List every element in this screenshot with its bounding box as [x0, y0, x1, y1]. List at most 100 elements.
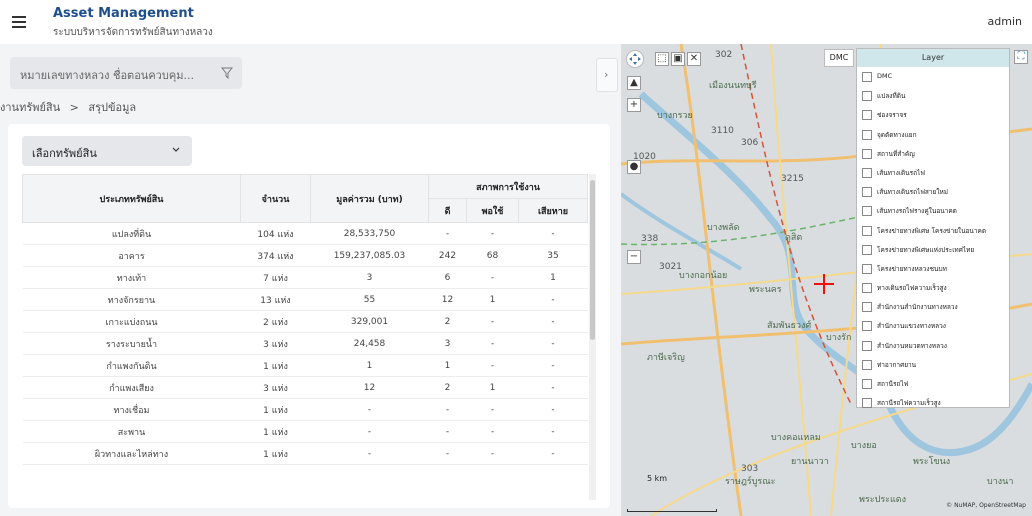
cell-type: กำแพงกันดิน	[22, 354, 241, 377]
layer-checkbox[interactable]	[862, 167, 872, 178]
map-label: พระโขนง	[913, 457, 951, 467]
layer-item[interactable]: สถานีรถไฟความเร็วสูง	[857, 393, 1009, 412]
layer-checkbox[interactable]	[862, 359, 872, 370]
layer-checkbox[interactable]	[862, 91, 872, 102]
map-label: บางกรวย	[657, 111, 693, 121]
cell-fair: -	[466, 442, 519, 465]
layer-checkbox[interactable]	[862, 302, 872, 313]
pan-control[interactable]	[626, 50, 644, 68]
cell-fair: 68	[466, 244, 519, 267]
zoom-in-button[interactable]: +	[627, 98, 641, 112]
layer-item[interactable]: สำนักงานหมวดทางหลวง	[857, 336, 1009, 355]
layer-checkbox[interactable]	[862, 379, 872, 389]
layer-item[interactable]: สถานที่สำคัญ	[857, 144, 1009, 163]
table-row[interactable]: ผิวทางและไหล่ทาง 1 แห่ง - - - -	[22, 442, 588, 465]
clear-icon[interactable]: ✕	[687, 52, 701, 66]
layer-item[interactable]: สถานีรถไฟ	[857, 374, 1009, 393]
cell-fair: 1	[466, 288, 519, 311]
layer-label: เส้นทางเดินรถไฟ	[877, 168, 925, 177]
layer-label: โครงข่ายทางพิเศษแห่งประเทศไทย	[877, 245, 975, 254]
layer-checkbox[interactable]	[862, 206, 872, 217]
layer-checkbox[interactable]	[862, 263, 872, 274]
search-input[interactable]: หมายเลขทางหลวง ชื่อตอนควบคุม...	[10, 57, 242, 89]
cell-value: 55	[310, 288, 429, 311]
user-name[interactable]: admin	[988, 15, 1022, 28]
cell-good: 2	[428, 376, 467, 399]
cell-type: เกาะแบ่งถนน	[22, 310, 241, 333]
table-scrollbar[interactable]	[589, 174, 596, 500]
table-row[interactable]: เกาะแบ่งถนน 2 แห่ง 329,001 2- -	[22, 310, 588, 333]
expand-map-icon[interactable]: ⛶	[1014, 50, 1028, 64]
layer-checkbox[interactable]	[862, 187, 872, 198]
layer-item[interactable]: DMC	[857, 67, 1009, 86]
layer-checkbox[interactable]	[862, 225, 872, 236]
cell-value: 1	[310, 354, 429, 377]
table-row[interactable]: อาคาร 374 แห่ง 159,237,085.03 242 68 35	[22, 244, 588, 267]
layer-checkbox[interactable]	[862, 340, 872, 351]
layer-item[interactable]: แปลงที่ดิน	[857, 86, 1009, 105]
map-label: บางรัก	[826, 333, 852, 343]
cell-type: อาคาร	[22, 244, 241, 267]
layer-item[interactable]: โครงข่ายทางหลวงชนบท	[857, 259, 1009, 278]
layer-item[interactable]: สำนักงานแขวงทางหลวง	[857, 316, 1009, 335]
layer-checkbox[interactable]	[862, 72, 872, 82]
layer-item[interactable]: โครงข่ายทางพิเศษแห่งประเทศไทย	[857, 240, 1009, 259]
layer-checkbox[interactable]	[862, 283, 872, 294]
table-row[interactable]: ทางเชื่อม 1 แห่ง - - - -	[22, 398, 588, 421]
layer-checkbox[interactable]	[862, 110, 872, 121]
chevron-down-icon	[172, 147, 180, 152]
pan-icon	[629, 53, 641, 65]
layer-item[interactable]: โครงข่ายทางพิเศษ โครงข่ายในอนาคต	[857, 221, 1009, 240]
breadcrumb-item-assets[interactable]: งานทรัพย์สิน	[0, 101, 60, 114]
filter-icon[interactable]	[221, 67, 233, 79]
cell-good: -	[428, 420, 467, 443]
layer-item[interactable]: ช่องจราจร	[857, 105, 1009, 124]
layer-item[interactable]: จุดตัดทางแยก	[857, 125, 1009, 144]
summary-panel: เลือกทรัพย์สิน ประเภททรัพย์สิน จำนวน มูล…	[8, 124, 610, 508]
cell-fair: -	[466, 266, 519, 289]
table-scrollbar-thumb[interactable]	[590, 180, 595, 340]
cell-fair: -	[466, 310, 519, 333]
cell-damaged: -	[518, 376, 588, 399]
menu-icon[interactable]	[12, 16, 26, 28]
map-label: พระประแดง	[859, 495, 907, 505]
layer-panel: Layer DMC แปลงที่ดินช่องจราจรจุดตัดทางแยก…	[856, 48, 1010, 409]
table-row[interactable]: ทางจักรยาน 13 แห่ง 55 12 1-	[22, 288, 588, 311]
layer-item[interactable]: เส้นทางรถไฟรางคู่ในอนาคต	[857, 201, 1009, 220]
layer-label: ช่องจราจร	[877, 111, 907, 120]
layer-item[interactable]: เส้นทางเดินรถไฟสายใหม่	[857, 182, 1009, 201]
dmc-button[interactable]: DMC	[824, 49, 854, 67]
cell-type: ทางจักรยาน	[22, 288, 241, 311]
collapse-panel-button[interactable]: ›	[596, 58, 618, 92]
col-asset-type: ประเภททรัพย์สิน	[22, 174, 241, 223]
zoom-fit-icon[interactable]: ▣	[671, 52, 685, 66]
map-view[interactable]: เมืองนนทบุรี บางกรวย บางพลัด ดุสิต บางกอ…	[621, 44, 1032, 516]
col-status: สภาพการใช้งาน	[427, 174, 589, 199]
zoom-slider-icon[interactable]: ●	[627, 160, 641, 174]
asset-table-body: แปลงที่ดิน 104 แห่ง 28,533,750- - - อาคาร 374 …	[22, 222, 588, 465]
layer-panel-title: Layer	[857, 49, 1009, 67]
table-row[interactable]: กำแพงกันดิน 1 แห่ง 1 1- -	[22, 354, 588, 377]
layer-item[interactable]: สำนักงานสำนักงานทางหลวง	[857, 297, 1009, 316]
layer-checkbox[interactable]	[862, 244, 872, 255]
zoom-box-icon[interactable]: ⬚	[655, 52, 669, 66]
cell-type: รางระบายน้ำ	[22, 332, 241, 355]
table-row[interactable]: ทางเท้า 7 แห่ง 3 6-1	[22, 266, 588, 289]
layer-checkbox[interactable]	[862, 321, 872, 332]
table-row[interactable]: รางระบายน้ำ 3 แห่ง 24,458 3- -	[22, 332, 588, 355]
table-row[interactable]: สะพาน 1 แห่ง - - - -	[22, 420, 588, 443]
layer-item[interactable]: ท่าอากาศยาน	[857, 355, 1009, 374]
table-row[interactable]: กำแพงเสียง 3 แห่ง 12 2 1-	[22, 376, 588, 399]
cell-good: -	[428, 398, 467, 421]
table-row[interactable]: แปลงที่ดิน 104 แห่ง 28,533,750- - -	[22, 222, 588, 245]
layer-label: เส้นทางเดินรถไฟสายใหม่	[877, 188, 949, 197]
map-attribution[interactable]: © NuMAP, OpenStreetMap	[946, 502, 1026, 509]
layer-checkbox[interactable]	[862, 398, 872, 409]
layer-checkbox[interactable]	[862, 148, 872, 159]
asset-select[interactable]: เลือกทรัพย์สิน	[22, 136, 192, 166]
zoom-out-button[interactable]: −	[627, 250, 641, 264]
layer-item[interactable]: เส้นทางเดินรถไฟ	[857, 163, 1009, 182]
cell-damaged: -	[518, 442, 588, 465]
layer-checkbox[interactable]	[862, 129, 872, 140]
layer-item[interactable]: ทางเดินรถไฟความเร็วสูง	[857, 278, 1009, 297]
